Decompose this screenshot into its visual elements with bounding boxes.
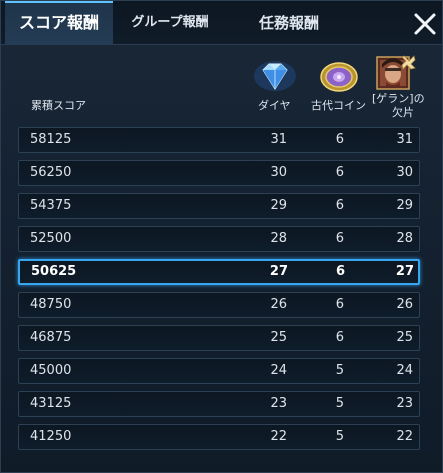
reward-row[interactable]: 41250 22 5 22 — [18, 424, 420, 450]
reward-row[interactable]: 56250 30 6 30 — [18, 160, 420, 186]
reward-row[interactable]: 45000 24 5 24 — [18, 358, 420, 384]
reward-row[interactable]: 52500 28 6 28 — [18, 226, 420, 252]
reward-row-selected[interactable]: 50625 27 6 27 — [18, 259, 420, 285]
score-value: 41250 — [30, 429, 72, 444]
reward-row[interactable]: 54375 29 6 29 — [18, 193, 420, 219]
tab-bar: スコア報酬 グループ報酬 任務報酬 — [1, 1, 442, 45]
coin-value: 6 — [335, 132, 344, 147]
diamond-column-label: ダイヤ — [258, 99, 291, 112]
fragment-value: 25 — [396, 330, 413, 345]
tab-mission-reward[interactable]: 任務報酬 — [239, 1, 339, 45]
fragment-value: 22 — [396, 429, 413, 444]
fragment-value: 31 — [396, 132, 413, 147]
score-value: 43125 — [30, 396, 72, 411]
reward-row[interactable]: 58125 31 6 31 — [18, 127, 420, 153]
score-value: 54375 — [30, 198, 72, 213]
score-value: 56250 — [30, 165, 72, 180]
coin-value: 5 — [335, 363, 344, 378]
diamond-icon — [254, 61, 296, 91]
fragment-column-label-line2: 欠片 — [392, 106, 414, 119]
coin-value: 5 — [335, 429, 344, 444]
diamond-value: 23 — [270, 396, 287, 411]
fragment-value: 26 — [396, 297, 413, 312]
coin-value: 6 — [335, 330, 344, 345]
fragment-value: 27 — [395, 264, 414, 279]
tab-score-reward[interactable]: スコア報酬 — [5, 1, 113, 45]
reward-row[interactable]: 43125 23 5 23 — [18, 391, 420, 417]
fragment-value: 30 — [396, 165, 413, 180]
diamond-value: 25 — [270, 330, 287, 345]
score-value: 50625 — [31, 264, 77, 279]
reward-row[interactable]: 46875 25 6 25 — [18, 325, 420, 351]
coin-value: 6 — [335, 198, 344, 213]
ancient-coin-icon — [320, 62, 358, 92]
diamond-value: 29 — [270, 198, 287, 213]
coin-value: 6 — [335, 297, 344, 312]
score-column-label: 累積スコア — [31, 99, 86, 112]
score-value: 46875 — [30, 330, 72, 345]
coin-value: 6 — [335, 231, 344, 246]
hero-fragment-icon — [376, 54, 416, 90]
diamond-value: 31 — [270, 132, 287, 147]
fragment-value: 24 — [396, 363, 413, 378]
tab-group-reward[interactable]: グループ報酬 — [125, 1, 215, 45]
diamond-value: 28 — [270, 231, 287, 246]
coin-value: 6 — [335, 165, 344, 180]
diamond-value: 30 — [270, 165, 287, 180]
reward-panel: スコア報酬 グループ報酬 任務報酬 累積スコア ダイヤ 古代コイン [ゲラン]の… — [0, 0, 443, 473]
reward-row[interactable]: 48750 26 6 26 — [18, 292, 420, 318]
scroll-fade — [1, 458, 442, 472]
score-value: 58125 — [30, 132, 72, 147]
score-value: 45000 — [30, 363, 72, 378]
diamond-value: 27 — [269, 264, 288, 279]
close-icon — [414, 13, 436, 35]
fragment-value: 28 — [396, 231, 413, 246]
coin-column-label: 古代コイン — [311, 99, 366, 112]
coin-value: 6 — [335, 264, 345, 279]
score-value: 52500 — [30, 231, 72, 246]
coin-value: 5 — [335, 396, 344, 411]
diamond-value: 22 — [270, 429, 287, 444]
diamond-value: 26 — [270, 297, 287, 312]
diamond-value: 24 — [270, 363, 287, 378]
fragment-value: 23 — [396, 396, 413, 411]
close-button[interactable] — [412, 11, 438, 37]
fragment-value: 29 — [396, 198, 413, 213]
score-value: 48750 — [30, 297, 72, 312]
reward-list: 58125 31 6 31 56250 30 6 30 54375 29 6 2… — [18, 127, 420, 457]
